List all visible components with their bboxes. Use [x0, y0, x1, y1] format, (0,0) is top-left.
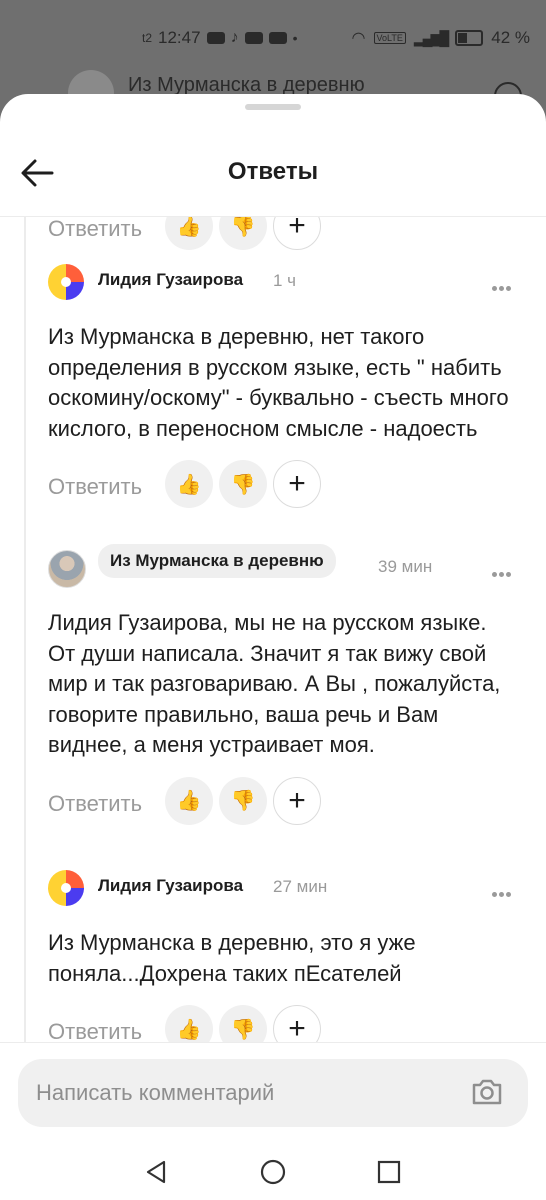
comment-header: Из Мурманска в деревню 39 мин — [48, 544, 528, 590]
comment-time: 39 мин — [378, 557, 433, 576]
thumbs-up-icon: 👍 — [176, 790, 202, 812]
add-reaction-button[interactable]: + — [273, 460, 321, 508]
camera-icon[interactable] — [470, 1077, 504, 1107]
add-reaction-button[interactable]: + — [273, 776, 321, 825]
more-options-icon[interactable] — [492, 884, 514, 897]
carrier-tag: t2 — [142, 31, 153, 45]
like-button[interactable]: 👍 — [165, 776, 213, 825]
dislike-button[interactable]: 👎 — [219, 1005, 267, 1042]
more-options-icon[interactable] — [492, 564, 514, 577]
author-name[interactable]: Из Мурманска в деревню — [98, 544, 336, 578]
youtube-icon — [268, 32, 287, 44]
comment-time: 1 ч — [273, 271, 297, 290]
like-button[interactable]: 👍 — [165, 216, 213, 250]
plus-icon: + — [288, 783, 306, 817]
sheet-header: Ответы — [0, 124, 546, 217]
thumbs-down-icon: 👎 — [230, 1018, 256, 1041]
comment: Лидия Гузаирова 27 мин Из Мурманска в де… — [48, 870, 528, 1042]
wifi-icon: ◠ — [351, 30, 366, 47]
comment-text: Лидия Гузаирова, мы не на русском языке.… — [48, 610, 501, 757]
status-time: 12:47 — [158, 28, 201, 47]
thumbs-up-icon: 👍 — [176, 1018, 202, 1041]
thread-line — [24, 216, 26, 1042]
page-title: Ответы — [227, 158, 319, 185]
comment-text: Из Мурманска в деревню, это я уже поняла… — [48, 930, 416, 986]
like-button[interactable]: 👍 — [165, 460, 213, 508]
reply-button[interactable]: Ответить — [48, 1019, 142, 1042]
comment-actions: Ответить 👍 👎 + — [48, 216, 348, 254]
comment-thread[interactable]: Ответить 👍 👎 + Лидия Гузаирова 1 ч Из Му… — [0, 216, 546, 1042]
comment-header: Лидия Гузаирова 1 ч — [48, 264, 528, 304]
tiktok-icon: ♪ — [230, 29, 239, 46]
dislike-button[interactable]: 👎 — [219, 776, 267, 825]
reply-button[interactable]: Ответить — [48, 791, 142, 817]
notification-icon — [206, 32, 225, 44]
status-left: t2 12:47 ♪ • — [142, 28, 297, 48]
comment: Из Мурманска в деревню 39 мин Лидия Гуза… — [48, 544, 528, 829]
nav-back-icon[interactable] — [144, 1159, 168, 1185]
status-right: ◠ VoLTE ▂▄▆█ 42 % — [352, 28, 530, 48]
like-button[interactable]: 👍 — [165, 1005, 213, 1042]
battery-icon — [455, 30, 484, 46]
more-notifications-icon: • — [292, 30, 298, 46]
thumbs-down-icon: 👎 — [230, 216, 256, 238]
youtube-icon — [244, 32, 263, 44]
system-nav-bar — [0, 1147, 546, 1200]
avatar[interactable] — [48, 264, 84, 300]
reply-button[interactable]: Ответить — [48, 216, 142, 242]
thumbs-up-icon: 👍 — [176, 216, 202, 238]
comment-text: Из Мурманска в деревню, нет такого опред… — [48, 324, 509, 441]
thumbs-down-icon: 👎 — [230, 790, 256, 812]
comment-actions: Ответить 👍 👎 + — [48, 776, 528, 829]
more-options-icon[interactable] — [492, 278, 514, 291]
comment-composer — [0, 1042, 546, 1200]
add-reaction-button[interactable]: + — [273, 216, 321, 250]
thumbs-up-icon: 👍 — [176, 473, 202, 496]
comment-time: 27 мин — [273, 877, 328, 896]
replies-sheet: Ответы Ответить 👍 👎 + Лидия Гузаирова 1 … — [0, 94, 546, 1200]
battery-percent: 42 % — [491, 28, 530, 47]
dislike-button[interactable]: 👎 — [219, 460, 267, 508]
plus-icon: + — [288, 1012, 306, 1043]
comment-input[interactable] — [18, 1059, 528, 1127]
nav-home-icon[interactable] — [260, 1159, 286, 1185]
dislike-button[interactable]: 👎 — [219, 216, 267, 250]
volte-badge: VoLTE — [373, 32, 406, 44]
avatar[interactable] — [48, 550, 86, 588]
drag-handle[interactable] — [245, 104, 301, 110]
plus-icon: + — [288, 467, 306, 500]
author-name[interactable]: Лидия Гузаирова — [98, 270, 243, 290]
plus-icon: + — [288, 216, 306, 242]
comment-actions: Ответить 👍 👎 + — [48, 460, 528, 512]
reply-button[interactable]: Ответить — [48, 474, 142, 500]
thumbs-down-icon: 👎 — [230, 473, 256, 496]
signal-icon: ▂▄▆█ — [413, 29, 449, 46]
comment-actions: Ответить 👍 👎 + — [48, 1005, 528, 1042]
add-reaction-button[interactable]: + — [273, 1005, 321, 1042]
author-name[interactable]: Лидия Гузаирова — [98, 876, 243, 896]
nav-recents-icon[interactable] — [377, 1160, 401, 1184]
comment: Лидия Гузаирова 1 ч Из Мурманска в дерев… — [48, 264, 528, 512]
avatar[interactable] — [48, 870, 84, 906]
comment-header: Лидия Гузаирова 27 мин — [48, 870, 528, 910]
